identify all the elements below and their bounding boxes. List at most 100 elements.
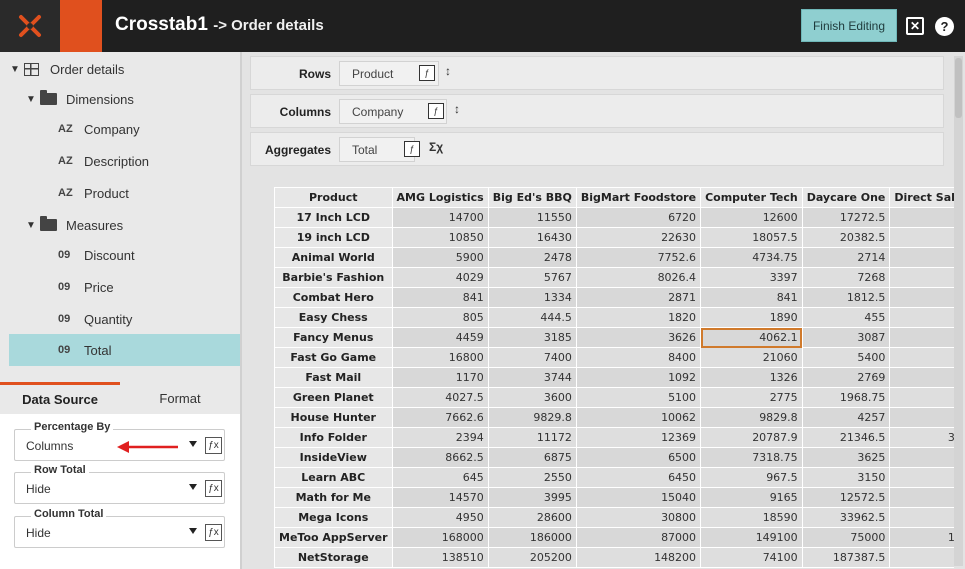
percentage-by-select[interactable]: Columns <box>26 439 73 453</box>
row-header[interactable]: InsideView <box>274 447 393 468</box>
table-cell[interactable]: 1812.5 <box>801 287 891 308</box>
table-cell[interactable]: 10850 <box>391 227 489 248</box>
table-cell[interactable]: 2871 <box>575 287 702 308</box>
table-cell[interactable]: 3397 <box>700 267 803 288</box>
table-cell[interactable]: 841 <box>700 287 803 308</box>
formula-icon[interactable]: ƒ <box>404 141 420 157</box>
row-header[interactable]: Fast Mail <box>274 367 393 388</box>
column-total-select[interactable]: Hide <box>26 526 51 540</box>
table-cell[interactable]: 2 <box>889 247 954 268</box>
table-cell[interactable]: 3 <box>889 467 954 488</box>
row-header[interactable]: Info Folder <box>274 427 393 448</box>
table-cell[interactable]: 6450 <box>575 467 702 488</box>
help-icon[interactable]: ? <box>935 17 954 36</box>
column-header[interactable]: BigMart Foodstore <box>575 187 702 208</box>
row-header[interactable]: Easy Chess <box>274 307 393 328</box>
table-cell[interactable]: 3744 <box>487 367 577 388</box>
table-cell[interactable]: 30800 <box>575 507 702 528</box>
table-cell[interactable]: 5 <box>889 407 954 428</box>
tab-format[interactable]: Format <box>120 382 240 414</box>
table-cell[interactable]: 17272.5 <box>801 207 891 228</box>
table-cell[interactable]: 12600 <box>700 207 803 228</box>
table-cell[interactable]: 149100 <box>700 527 803 548</box>
column-header[interactable]: AMG Logistics <box>391 187 489 208</box>
table-cell[interactable]: 168000 <box>391 527 489 548</box>
tab-data-source[interactable]: Data Source <box>0 382 120 414</box>
table-cell[interactable]: 6500 <box>575 447 702 468</box>
table-cell[interactable]: 7 <box>889 287 954 308</box>
table-cell[interactable]: 1092 <box>575 367 702 388</box>
table-cell[interactable]: 18057.5 <box>700 227 803 248</box>
row-header[interactable]: Math for Me <box>274 487 393 508</box>
table-cell[interactable]: 14570 <box>391 487 489 508</box>
table-cell[interactable]: 841 <box>391 287 489 308</box>
table-cell[interactable]: 74100 <box>700 547 803 568</box>
table-cell[interactable]: 16800 <box>391 347 489 368</box>
table-cell[interactable]: 75000 <box>801 527 891 548</box>
table-cell[interactable]: 3087 <box>801 327 891 348</box>
sort-icon[interactable]: ↕ <box>454 102 460 116</box>
table-cell[interactable]: 7318.75 <box>700 447 803 468</box>
table-cell[interactable]: 3600 <box>487 387 577 408</box>
row-header[interactable]: Fast Go Game <box>274 347 393 368</box>
table-cell[interactable]: 7752.6 <box>575 247 702 268</box>
table-cell[interactable]: 191 <box>889 527 954 548</box>
table-cell[interactable]: 16430 <box>487 227 577 248</box>
table-cell[interactable]: 4950 <box>391 507 489 528</box>
table-cell[interactable]: 20382.5 <box>801 227 891 248</box>
table-cell[interactable]: 20787.9 <box>700 427 803 448</box>
table-cell[interactable]: 6875 <box>487 447 577 468</box>
table-cell[interactable]: 5400 <box>801 347 891 368</box>
tree-folder-measures[interactable]: ▼ Measures <box>26 212 123 238</box>
column-header[interactable]: Computer Tech <box>700 187 803 208</box>
table-cell[interactable]: 18590 <box>700 507 803 528</box>
table-cell[interactable]: 11 <box>889 227 954 248</box>
row-header[interactable]: Combat Hero <box>274 287 393 308</box>
column-header[interactable]: Big Ed's BBQ <box>487 187 577 208</box>
row-total-select[interactable]: Hide <box>26 482 51 496</box>
table-cell[interactable]: 1890 <box>700 307 803 328</box>
table-cell[interactable]: 4459 <box>391 327 489 348</box>
table-cell[interactable]: 9829.8 <box>487 407 577 428</box>
scrollbar-thumb[interactable] <box>955 58 962 118</box>
table-cell[interactable]: 455 <box>801 307 891 328</box>
table-cell[interactable]: 7662.6 <box>391 407 489 428</box>
table-cell[interactable]: 2714 <box>801 247 891 268</box>
column-header[interactable]: Daycare One <box>801 187 891 208</box>
table-cell[interactable]: 8400 <box>575 347 702 368</box>
table-cell[interactable]: 7268 <box>801 267 891 288</box>
tree-item-total[interactable]: 09 Total <box>9 334 240 366</box>
table-cell[interactable]: 8662.5 <box>391 447 489 468</box>
table-cell[interactable]: 9829.8 <box>700 407 803 428</box>
table-cell[interactable]: 2478 <box>487 247 577 268</box>
table-cell[interactable]: 9165 <box>700 487 803 508</box>
column-header[interactable]: Direct Sales <box>889 187 954 208</box>
corner-header[interactable]: Product <box>274 187 393 208</box>
table-cell[interactable]: 805 <box>391 307 489 328</box>
formula-icon[interactable]: ƒ <box>428 103 444 119</box>
tree-item-description[interactable]: AZ Description <box>58 148 149 174</box>
table-cell[interactable]: 967.5 <box>700 467 803 488</box>
tree-root-order-details[interactable]: ▼ Order details <box>10 56 124 82</box>
table-cell[interactable]: 2769 <box>801 367 891 388</box>
table-cell[interactable]: 21346.5 <box>801 427 891 448</box>
row-header[interactable]: 17 Inch LCD <box>274 207 393 228</box>
table-cell[interactable]: 87000 <box>575 527 702 548</box>
table-cell[interactable]: 13 <box>889 347 954 368</box>
table-cell[interactable]: 21060 <box>700 347 803 368</box>
tree-item-quantity[interactable]: 09 Quantity <box>58 306 132 332</box>
chevron-down-icon[interactable] <box>189 528 197 534</box>
table-cell[interactable]: 186000 <box>487 527 577 548</box>
table-cell[interactable]: 5100 <box>575 387 702 408</box>
tree-item-company[interactable]: AZ Company <box>58 116 140 142</box>
table-cell[interactable]: 22 <box>889 207 954 228</box>
table-cell[interactable]: 15 <box>889 487 954 508</box>
table-cell[interactable]: 205200 <box>487 547 577 568</box>
tree-folder-dimensions[interactable]: ▼ Dimensions <box>26 86 134 112</box>
table-cell[interactable]: 5900 <box>391 247 489 268</box>
table-cell[interactable]: 2550 <box>487 467 577 488</box>
table-cell[interactable]: 58 <box>889 267 954 288</box>
table-cell[interactable]: 4027.5 <box>391 387 489 408</box>
row-header[interactable]: 19 inch LCD <box>274 227 393 248</box>
row-header[interactable]: Green Planet <box>274 387 393 408</box>
